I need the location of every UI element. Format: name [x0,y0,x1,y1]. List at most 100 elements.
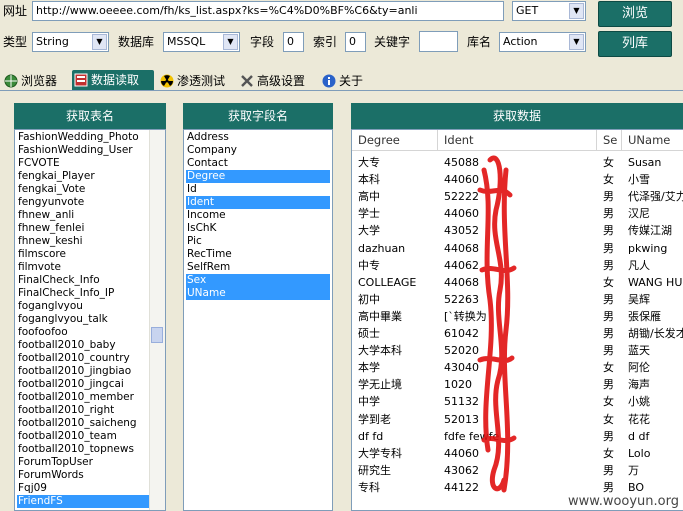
type-select[interactable]: String ▼ [32,32,109,52]
table-list-item[interactable]: football2010_member [17,391,149,404]
field-list-item[interactable]: Sex [186,274,330,287]
table-list-item[interactable]: foganglvyou_talk [17,313,149,326]
table-list-item[interactable]: fhnew_anli [17,209,149,222]
table-list-item[interactable]: foganglvyou [17,300,149,313]
table-list-item[interactable]: fengkai_Vote [17,183,149,196]
table-list-item[interactable]: Fqj09 [17,482,149,495]
table-list-item[interactable]: ForumWords [17,469,149,482]
table-list-item[interactable]: FashionWedding_User [17,144,149,157]
table-cell: Lolo [628,446,651,460]
index-input[interactable]: 0 [345,32,366,52]
table-list-item[interactable]: football2010_right [17,404,149,417]
db-label: 数据库 [118,35,155,49]
tab-about[interactable]: 关于 [320,72,374,90]
db-select[interactable]: MSSQL ▼ [163,32,240,52]
table-cell: d df [628,429,650,443]
field-list-item[interactable]: Pic [186,235,330,248]
table-cell: dazhuan [358,241,406,255]
field-count-label: 字段 [250,35,275,49]
chevron-down-icon[interactable]: ▼ [569,34,584,50]
table-cell: 男 [603,224,614,238]
tables-panel-title: 获取表名 [14,103,166,129]
table-list-item[interactable]: football2010_baby [17,339,149,352]
field-list-item[interactable]: IsChK [186,222,330,235]
keyword-input[interactable] [419,31,458,52]
chevron-down-icon[interactable]: ▼ [92,34,107,50]
table-list-item[interactable]: fhnew_keshi [17,235,149,248]
table-cell: 高中畢業 [358,309,402,323]
table-cell: 男 [603,344,614,358]
table-cell: 学士 [358,207,380,221]
tab-label: 高级设置 [257,74,306,88]
tables-list[interactable]: FashionWedding_Photo FashionWedding_User F… [14,129,166,511]
table-cell: 女 [603,173,614,187]
table-list-item[interactable]: fhnew_fenlei [17,222,149,235]
table-list-item[interactable]: fengyunvote [17,196,149,209]
field-list-item[interactable]: UName [186,287,330,300]
table-cell: 張保雁 [628,309,661,323]
field-list-item[interactable]: Address [186,131,330,144]
table-list-item[interactable]: FriendFS [17,495,149,508]
table-cell: 中专 [358,258,380,272]
field-list-item[interactable]: SelfRem [186,261,330,274]
chevron-down-icon[interactable]: ▼ [223,34,238,50]
tab-bar: 浏览器 数据读取 渗透测试 高级设置 关于 [0,70,683,91]
field-list-item[interactable]: Id [186,183,330,196]
field-count-input[interactable]: 0 [283,32,304,52]
table-cell: 本科 [358,173,380,187]
field-list-item[interactable]: Contact [186,157,330,170]
table-cell: 男 [603,463,614,477]
tab-pentest[interactable]: 渗透测试 [158,72,234,90]
table-cell: 男 [603,429,614,443]
tab-data-read[interactable]: 数据读取 [72,70,154,90]
table-list-item[interactable]: football2010_jingcai [17,378,149,391]
table-list-item[interactable]: FinalCheck_Info [17,274,149,287]
table-list-item[interactable]: FCVOTE [17,157,149,170]
table-list-item[interactable]: football2010_team [17,430,149,443]
table-list-item[interactable]: football2010_jingbiao [17,365,149,378]
tables-scrollbar[interactable] [149,130,165,510]
index-label: 索引 [313,35,338,49]
tools-icon [240,74,254,88]
field-list-item[interactable]: Degree [186,170,330,183]
table-cell: 男 [603,378,614,392]
column-header[interactable]: UName [622,130,683,151]
scroll-thumb[interactable] [151,327,163,343]
table-list-item[interactable]: FinalCheck_Info_IP [17,287,149,300]
browse-button[interactable]: 浏览 [598,1,672,27]
table-list-item[interactable]: FashionWedding_Photo [17,131,149,144]
table-list-item[interactable]: football2010_saicheng [17,417,149,430]
column-header[interactable]: Se [597,130,622,151]
table-cell: 凡人 [628,258,650,272]
field-list-item[interactable]: Ident [186,196,330,209]
table-list-item[interactable]: filmscore [17,248,149,261]
keyword-label: 关键字 [374,35,411,49]
table-list-item[interactable]: foofoofoo [17,326,149,339]
fields-list[interactable]: Address Company Contact Degree Id Ident Income… [183,129,333,511]
column-header[interactable]: Ident [438,130,597,151]
table-list-item[interactable]: ForumTopUser [17,456,149,469]
table-list-item[interactable]: football2010_topnews [17,443,149,456]
field-list-item[interactable]: Income [186,209,330,222]
table-cell: 男 [603,241,614,255]
table-list-item[interactable]: fengkai_Player [17,170,149,183]
dbname-select[interactable]: Action ▼ [499,32,586,52]
field-list-item[interactable]: Company [186,144,330,157]
method-select[interactable]: GET ▼ [512,1,586,21]
chevron-down-icon[interactable]: ▼ [569,3,584,19]
field-list-item[interactable]: RecTime [186,248,330,261]
table-cell: 男 [603,327,614,340]
table-cell: 本学 [358,361,380,375]
table-cell: Susan [628,156,662,169]
table-list-item[interactable]: football2010_country [17,352,149,365]
list-db-button[interactable]: 列库 [598,31,672,57]
table-cell: 小姚 [628,395,650,409]
info-icon [322,74,336,88]
column-header[interactable]: Degree [352,130,438,151]
table-cell: 女 [603,412,614,426]
url-input[interactable]: http://www.oeeee.com/fh/ks_list.aspx?ks=… [32,1,504,21]
tab-advanced[interactable]: 高级设置 [238,72,316,90]
table-cell: 代泽强/艾力 [628,190,683,204]
tab-browser[interactable]: 浏览器 [2,72,66,90]
table-list-item[interactable]: filmvote [17,261,149,274]
